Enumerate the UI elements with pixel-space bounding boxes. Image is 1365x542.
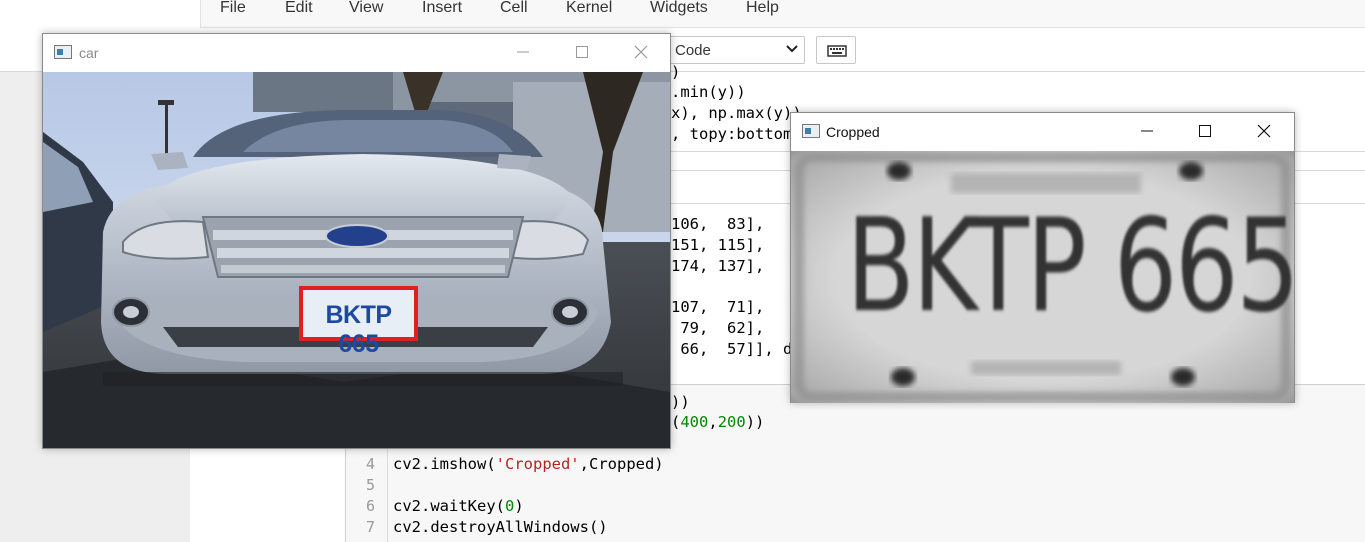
code-token: cv2.imshow( [393,455,496,473]
minimize-button[interactable] [500,34,546,70]
menu-widgets[interactable]: Widgets [650,0,708,16]
code-number: 400 [680,413,709,431]
car-image: BKTP 665 [43,72,670,448]
menu-cell[interactable]: Cell [500,0,528,16]
code-line-4[interactable]: cv2.imshow('Cropped',Cropped) [393,454,664,474]
output-fragment: 151, 115], [671,236,765,254]
code-fragment: (400,200)) [671,412,764,432]
cropped-plate-image: BKTP 665 [791,151,1294,403]
close-icon [1257,124,1271,138]
maximize-button[interactable] [1182,113,1228,149]
menu-view[interactable]: View [349,0,383,16]
menubar: File Edit View Insert Cell Kernel Widget… [200,0,1365,28]
code-line-6[interactable]: cv2.waitKey(0) [393,496,524,516]
output-fragment: 107, 71], [671,298,765,316]
output-fragment: 66, 57]], d [671,340,793,358]
code-token: )) [745,413,765,431]
minimize-button[interactable] [1124,113,1170,149]
chevron-down-icon [786,45,798,53]
license-plate-detection-box: BKTP 665 [299,286,418,358]
code-fragment: ) [671,63,681,81]
menu-help[interactable]: Help [746,0,779,16]
code-token: cv2.waitKey( [393,497,505,515]
plate-text: BKTP 665 [325,301,392,358]
line-number: 5 [366,476,376,494]
code-token: , [708,413,718,431]
code-token: ( [671,413,681,431]
maximize-button[interactable] [559,34,605,70]
code-string: 'Cropped' [495,455,580,473]
car-photo [43,72,670,448]
output-fragment: 79, 62], [671,319,765,337]
menu-kernel[interactable]: Kernel [566,0,612,16]
code-fragment: , topy:bottom [671,125,793,143]
window-title: car [79,45,99,61]
code-number: 0 [504,497,515,515]
cropped-window-titlebar[interactable]: Cropped [791,113,1294,151]
menu-file[interactable]: File [220,0,246,16]
minimize-icon [1141,130,1153,132]
cell-type-select[interactable]: Code [664,36,805,64]
code-number: 200 [717,413,746,431]
menu-insert[interactable]: Insert [422,0,462,16]
code-fragment: .min(y)) [671,83,746,101]
close-button[interactable] [618,34,664,70]
code-line-7[interactable]: cv2.destroyAllWindows() [393,517,608,537]
app-icon [54,45,72,59]
cropped-window[interactable]: Cropped BKTP 665 [790,112,1295,403]
keyboard-icon [827,45,847,57]
close-icon [634,45,648,59]
code-token: ,Cropped) [579,455,664,473]
line-number: 6 [366,497,376,515]
close-button[interactable] [1241,113,1287,149]
app-icon [802,124,820,138]
code-token: ) [514,497,524,515]
cropped-plate-text: BKTP 665 [846,192,1294,341]
output-fragment: 174, 137], [671,257,765,275]
menu-edit[interactable]: Edit [285,0,313,16]
keyboard-shortcuts-button[interactable] [816,36,856,64]
maximize-icon [576,46,588,58]
line-number: 4 [366,455,376,473]
car-window[interactable]: car BKTP 665 [42,33,671,449]
car-window-titlebar[interactable]: car [43,34,670,72]
output-fragment: 106, 83], [671,215,765,233]
minimize-icon [517,51,529,53]
code-fragment: )) [671,393,690,411]
cell-type-value: Code [675,42,711,59]
window-title: Cropped [826,124,880,140]
code-fragment: x), np.max(y)) [671,104,802,122]
line-number: 7 [366,518,376,536]
maximize-icon [1199,125,1211,137]
